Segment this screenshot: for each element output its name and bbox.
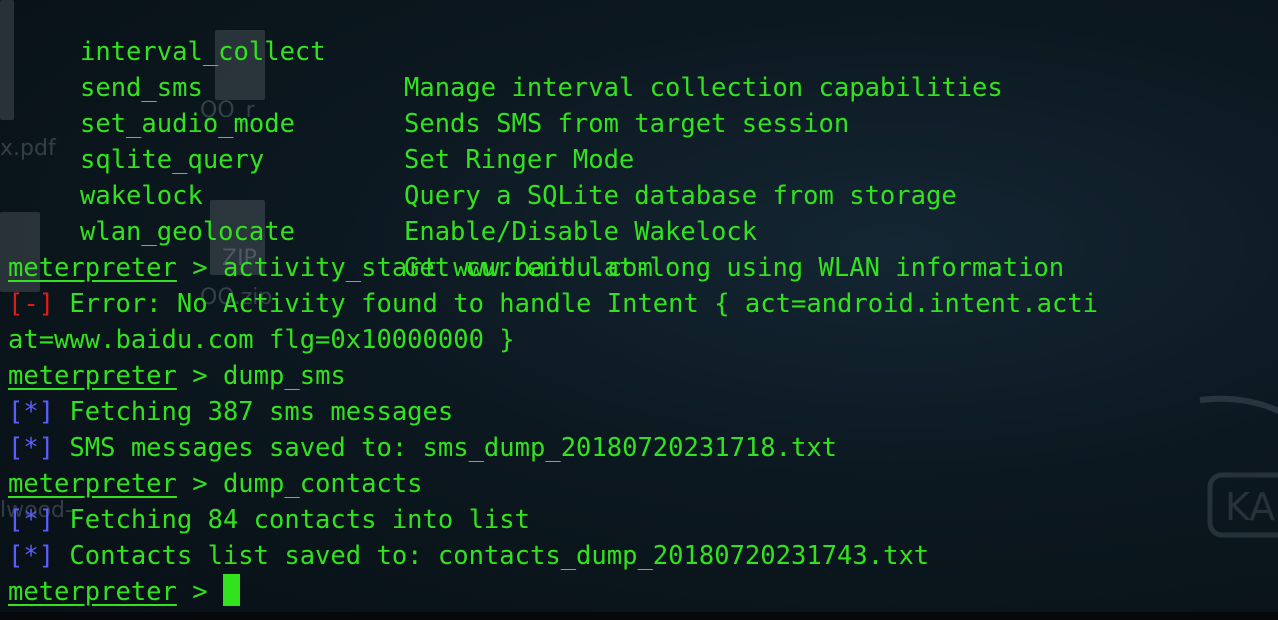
bottom-edge [0, 612, 1278, 620]
terminal-output[interactable]: interval_collect Manage interval collect… [0, 0, 1278, 620]
info-line: [*] SMS messages saved to: sms_dump_2018… [8, 430, 837, 466]
meterpreter-prompt: meterpreter [8, 577, 177, 607]
info-tag: [*] [8, 433, 55, 463]
prompt-separator: > [176, 469, 223, 499]
prompt-separator: > [176, 253, 223, 283]
info-message: Fetching 84 contacts into list [54, 505, 530, 535]
help-row: wakelock Enable/Disable Wakelock [8, 142, 1278, 247]
help-row: set_audio_mode Set Ringer Mode [8, 70, 1278, 175]
info-message: Fetching 387 sms messages [54, 397, 454, 427]
help-row: send_sms Sends SMS from target session [8, 34, 1278, 139]
command-text: dump_contacts [222, 469, 423, 499]
info-tag: [*] [8, 397, 55, 427]
meterpreter-prompt: meterpreter [8, 361, 177, 391]
info-line: [*] Fetching 387 sms messages [8, 394, 453, 430]
active-prompt-line[interactable]: meterpreter > [8, 574, 240, 610]
meterpreter-prompt: meterpreter [8, 469, 177, 499]
help-row: interval_collect Manage interval collect… [8, 0, 1278, 103]
prompt-separator: > [176, 361, 223, 391]
prompt-line: meterpreter > dump_contacts [8, 466, 423, 502]
error-line: [-] Error: No Activity found to handle I… [8, 286, 1098, 322]
info-line: [*] Fetching 84 contacts into list [8, 502, 530, 538]
prompt-line: meterpreter > activity_start www.baidu.c… [8, 250, 653, 286]
help-row: wlan_geolocate Get current lat-long usin… [8, 178, 1278, 283]
info-tag: [*] [8, 505, 55, 535]
prompt-separator: > [176, 577, 223, 607]
meterpreter-prompt: meterpreter [8, 253, 177, 283]
command-text: activity_start www.baidu.com [222, 253, 653, 283]
info-tag: [*] [8, 541, 55, 571]
help-row: sqlite_query Query a SQLite database fro… [8, 106, 1278, 211]
info-line: [*] Contacts list saved to: contacts_dum… [8, 538, 929, 574]
help-command: wlan_geolocate [80, 217, 295, 247]
error-message: Error: No Activity found to handle Inten… [54, 289, 1099, 319]
terminal-window: x.pdf OO_r ZIP OO.zip lwood- KA interval… [0, 0, 1278, 620]
error-tag: [-] [8, 289, 55, 319]
info-message: Contacts list saved to: contacts_dump_20… [54, 541, 930, 571]
help-description: Enable/Disable Wakelock [404, 217, 758, 247]
prompt-line: meterpreter > dump_sms [8, 358, 346, 394]
text-cursor[interactable] [222, 574, 240, 606]
error-line-continued: at=www.baidu.com flg=0x10000000 } [8, 325, 515, 355]
info-message: SMS messages saved to: sms_dump_20180720… [54, 433, 838, 463]
command-text: dump_sms [222, 361, 346, 391]
